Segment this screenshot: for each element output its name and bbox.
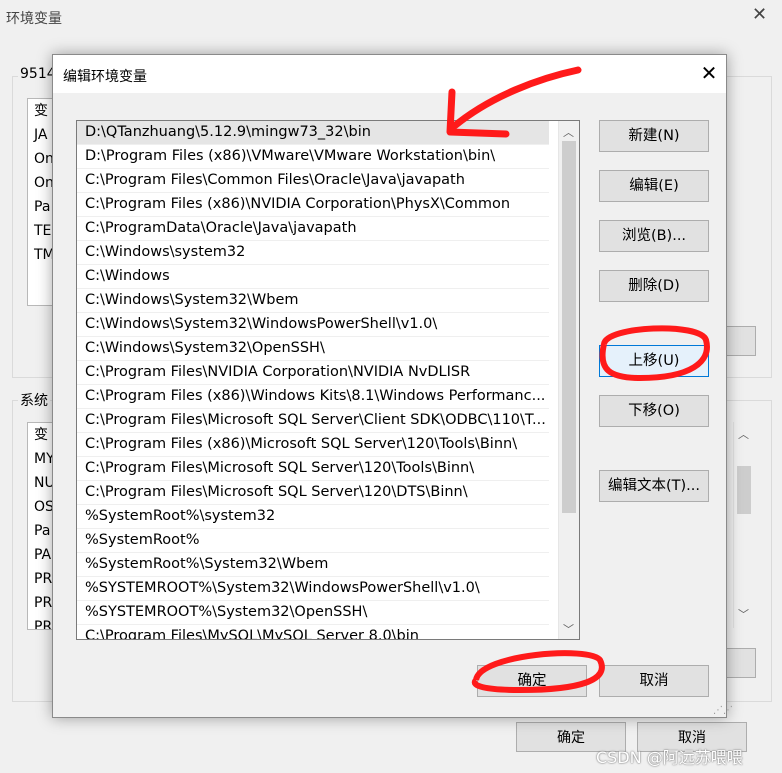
path-list-item[interactable]: %SystemRoot% bbox=[77, 529, 549, 553]
path-list-item[interactable]: C:\Program Files\NVIDIA Corporation\NVID… bbox=[77, 361, 549, 385]
path-list-item[interactable]: C:\Windows\System32\Wbem bbox=[77, 289, 549, 313]
path-list-item[interactable]: C:\Windows\System32\WindowsPowerShell\v1… bbox=[77, 313, 549, 337]
scroll-down-icon[interactable]: ﹀ bbox=[738, 606, 749, 622]
path-list-item[interactable]: C:\Program Files (x86)\NVIDIA Corporatio… bbox=[77, 193, 549, 217]
dialog-titlebar: 编辑环境变量 ✕ bbox=[53, 55, 726, 93]
path-list-item[interactable]: C:\Program Files\Microsoft SQL Server\12… bbox=[77, 481, 549, 505]
scroll-down-icon[interactable]: ﹀ bbox=[563, 621, 574, 637]
path-list-item[interactable]: C:\Program Files\Microsoft SQL Server\Cl… bbox=[77, 409, 549, 433]
scroll-up-icon[interactable]: ︿ bbox=[563, 124, 574, 140]
delete-button[interactable]: 删除(D) bbox=[599, 270, 709, 302]
background-window-title: 环境变量 bbox=[6, 11, 62, 27]
path-list-item[interactable]: C:\Program Files\MySQL\MySQL Server 8.0\… bbox=[77, 625, 549, 639]
path-list-item[interactable]: C:\ProgramData\Oracle\Java\javapath bbox=[77, 217, 549, 241]
user-variables-button[interactable] bbox=[726, 326, 756, 356]
path-list-item[interactable]: C:\Windows\system32 bbox=[77, 241, 549, 265]
path-list-scrollbar[interactable]: ︿ ﹀ bbox=[558, 121, 579, 639]
path-list-item[interactable]: C:\Windows\System32\OpenSSH\ bbox=[77, 337, 549, 361]
path-list-item[interactable]: %SystemRoot%\system32 bbox=[77, 505, 549, 529]
ok-button[interactable]: 确定 bbox=[477, 665, 587, 697]
path-list-item[interactable]: %SYSTEMROOT%\System32\OpenSSH\ bbox=[77, 601, 549, 625]
path-list-item[interactable]: C:\Program Files (x86)\Microsoft SQL Ser… bbox=[77, 433, 549, 457]
edit-text-button[interactable]: 编辑文本(T)... bbox=[599, 470, 709, 502]
system-variables-label: 系统 bbox=[18, 390, 50, 410]
scroll-up-icon[interactable]: ︿ bbox=[738, 426, 749, 442]
path-list-item[interactable]: C:\Windows bbox=[77, 265, 549, 289]
scroll-thumb[interactable] bbox=[737, 466, 751, 514]
path-list-item[interactable]: %SYSTEMROOT%\System32\WindowsPowerShell\… bbox=[77, 577, 549, 601]
close-icon[interactable]: ✕ bbox=[697, 61, 721, 85]
system-variables-button[interactable] bbox=[726, 648, 756, 678]
path-list-item[interactable]: %SystemRoot%\System32\Wbem bbox=[77, 553, 549, 577]
browse-button[interactable]: 浏览(B)... bbox=[599, 220, 709, 252]
background-close-icon[interactable]: ✕ bbox=[752, 4, 767, 25]
watermark: CSDN @阿远苏喂喂 bbox=[596, 748, 743, 767]
edit-button[interactable]: 编辑(E) bbox=[599, 170, 709, 202]
move-up-button[interactable]: 上移(U) bbox=[599, 345, 709, 377]
dialog-title: 编辑环境变量 bbox=[63, 69, 147, 85]
move-down-button[interactable]: 下移(O) bbox=[599, 395, 709, 427]
edit-env-dialog: 编辑环境变量 ✕ D:\QTanzhuang\5.12.9\mingw73_32… bbox=[52, 54, 733, 718]
new-button[interactable]: 新建(N) bbox=[599, 120, 709, 152]
path-list-item[interactable]: C:\Program Files\Microsoft SQL Server\12… bbox=[77, 457, 549, 481]
cancel-button[interactable]: 取消 bbox=[599, 665, 709, 697]
resize-grip-icon[interactable]: ⋰⋰ bbox=[713, 705, 733, 716]
path-list-item[interactable]: D:\Program Files (x86)\VMware\VMware Wor… bbox=[77, 145, 549, 169]
system-variables-scrollbar[interactable]: ︿ ﹀ bbox=[733, 422, 754, 628]
path-list[interactable]: D:\QTanzhuang\5.12.9\mingw73_32\bin D:\Pr… bbox=[76, 120, 580, 640]
path-list-item[interactable]: C:\Program Files\Common Files\Oracle\Jav… bbox=[77, 169, 549, 193]
scroll-thumb[interactable] bbox=[562, 141, 576, 513]
path-list-item[interactable]: D:\QTanzhuang\5.12.9\mingw73_32\bin bbox=[77, 121, 549, 145]
path-list-item[interactable]: C:\Program Files (x86)\Windows Kits\8.1\… bbox=[77, 385, 549, 409]
